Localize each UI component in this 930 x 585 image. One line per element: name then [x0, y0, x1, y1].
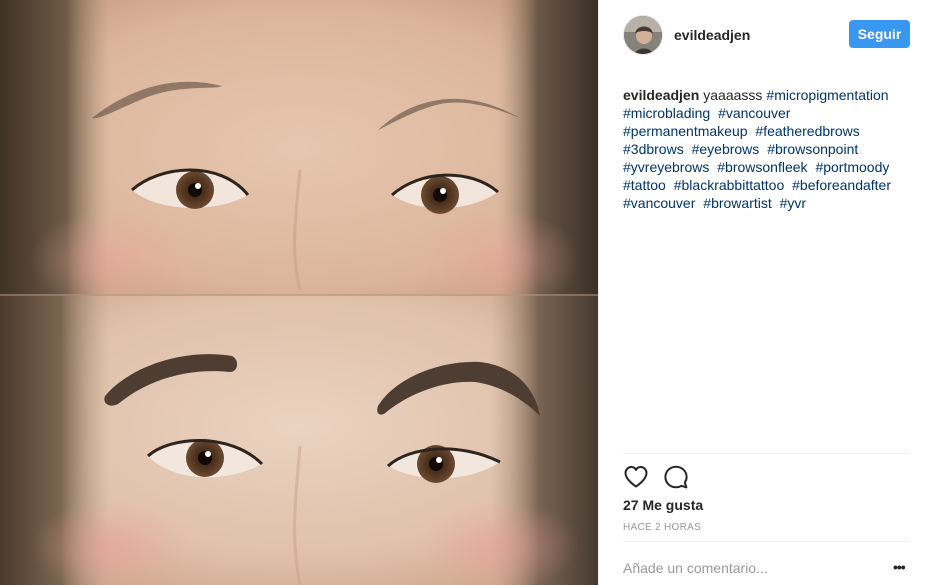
avatar[interactable]: [623, 15, 663, 55]
username[interactable]: evildeadjen: [674, 27, 750, 43]
heart-icon[interactable]: [623, 464, 649, 490]
hashtag-link[interactable]: #yvr: [780, 195, 806, 211]
divider: [623, 453, 910, 454]
post-timestamp[interactable]: HACE 2 HORAS: [623, 522, 701, 533]
post-photo[interactable]: [0, 0, 598, 585]
comment-input[interactable]: [623, 558, 878, 578]
follow-button[interactable]: Seguir: [849, 20, 910, 48]
post-sidebar: evildeadjen Seguir evildeadjen yaaaasss #m…: [598, 0, 930, 585]
hashtag-link[interactable]: #vancouver: [718, 105, 790, 121]
hashtag-link[interactable]: #featheredbrows: [755, 123, 859, 139]
after-photo: [0, 296, 598, 585]
hashtag-link[interactable]: #blackrabbittattoo: [674, 177, 785, 193]
hashtag-link[interactable]: #browartist: [703, 195, 771, 211]
hashtag-link[interactable]: #eyebrows: [692, 141, 760, 157]
hashtag-link[interactable]: #3dbrows: [623, 141, 684, 157]
more-options-icon[interactable]: •••: [893, 560, 909, 574]
hashtag-link[interactable]: #browsonpoint: [767, 141, 858, 157]
after-face-image: [0, 296, 598, 585]
hashtag-link[interactable]: #microblading: [623, 105, 710, 121]
like-count[interactable]: 27 Me gusta: [623, 497, 703, 513]
avatar-image: [624, 16, 662, 54]
hashtag-link[interactable]: #yvreyebrows: [623, 159, 709, 175]
divider: [623, 541, 910, 542]
hashtag-link[interactable]: #beforeandafter: [792, 177, 891, 193]
caption-username[interactable]: evildeadjen: [623, 87, 699, 103]
hashtag-link[interactable]: #vancouver: [623, 195, 695, 211]
caption-text: yaaaasss: [703, 87, 763, 103]
before-face-image: [0, 0, 598, 296]
hashtag-link[interactable]: #micropigmentation: [766, 87, 888, 103]
caption: evildeadjen yaaaasss #micropigmentation #m…: [623, 86, 913, 212]
hashtag-link[interactable]: #permanentmakeup: [623, 123, 748, 139]
before-photo: [0, 0, 598, 296]
hashtag-link[interactable]: #portmoody: [815, 159, 889, 175]
post-header: evildeadjen Seguir: [623, 15, 910, 55]
hashtag-link[interactable]: #tattoo: [623, 177, 666, 193]
comment-icon[interactable]: [663, 464, 689, 490]
hashtag-link[interactable]: #browsonfleek: [717, 159, 807, 175]
